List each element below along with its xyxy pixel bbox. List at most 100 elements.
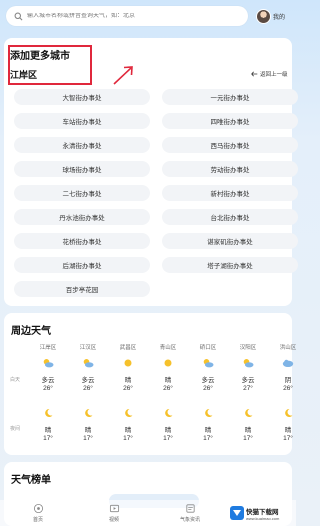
watermark-line1: 快猫下载网 — [246, 508, 279, 516]
night-temperature: 17° — [83, 435, 93, 442]
nav-video[interactable]: 视频 — [76, 500, 152, 526]
back-arrow-icon — [251, 71, 258, 77]
add-city-card: 添加更多城市 江岸区 返回上一级 大智街办事处 一元街办事处 车站街办事处 四唯街办事… — [4, 38, 298, 306]
night-temperature: 17° — [243, 435, 253, 442]
nav-home[interactable]: 首页 — [0, 500, 76, 526]
moon-icon — [122, 405, 134, 417]
back-button[interactable]: 返回上一级 — [251, 70, 288, 78]
night-temperature: 17° — [123, 435, 133, 442]
sun-icon — [122, 355, 134, 367]
nav-news[interactable]: 气象资讯 — [152, 500, 228, 526]
around-city-column[interactable]: 洪山区阴 26° 晴 17° — [270, 343, 310, 453]
night-condition: 晴 — [284, 427, 292, 434]
street-button[interactable]: 后湖街办事处 — [14, 257, 150, 273]
street-button[interactable]: 百步亭花园 — [14, 281, 150, 297]
street-button[interactable]: 大智街办事处 — [14, 89, 150, 105]
around-title: 周边天气 — [11, 326, 51, 337]
day-condition: 晴 — [164, 377, 172, 384]
night-condition: 晴 — [204, 427, 212, 434]
street-button[interactable]: 西马街办事处 — [162, 137, 298, 153]
night-row-label: 夜间 — [10, 426, 21, 432]
watermark-line2: www.kuaimao.com — [246, 515, 280, 521]
around-columns: 江岸区 多云 26° 晴 17° 江汉区 多云 26° 晴 17° 武昌区晴 26° 晴 17° 青山区晴 2… — [30, 343, 297, 453]
pointer-arrow-icon — [113, 66, 133, 85]
street-button[interactable]: 车站街办事处 — [14, 113, 150, 129]
day-condition: 多云 — [41, 377, 55, 384]
watermark-logo-icon — [230, 506, 244, 520]
video-icon — [109, 504, 119, 513]
around-city-name: 硚口区 — [199, 345, 217, 351]
around-city-column[interactable]: 武昌区晴 26° 晴 17° — [110, 343, 150, 453]
street-button[interactable]: 塔子湖街办事处 — [162, 257, 298, 273]
night-condition: 晴 — [124, 427, 132, 434]
back-label: 返回上一级 — [260, 72, 288, 78]
street-button[interactable]: 二七街办事处 — [14, 185, 150, 201]
moon-icon — [282, 405, 294, 417]
night-condition: 晴 — [84, 427, 92, 434]
search-input[interactable] — [27, 13, 237, 19]
around-city-name: 江汉区 — [79, 345, 97, 351]
street-button[interactable]: 新村街办事处 — [162, 185, 298, 201]
street-button[interactable]: 花桥街办事处 — [14, 233, 150, 249]
partly-cloudy-icon — [42, 355, 54, 368]
street-button[interactable]: 劳动街办事处 — [162, 161, 298, 177]
street-button[interactable]: 永清街办事处 — [14, 137, 150, 153]
my-profile-button[interactable]: 我的 — [256, 7, 292, 25]
moon-icon — [202, 405, 214, 417]
day-temperature: 26° — [283, 385, 293, 392]
day-temperature: 26° — [203, 385, 213, 392]
day-temperature: 26° — [43, 385, 53, 392]
street-grid: 大智街办事处 一元街办事处 车站街办事处 四唯街办事处 永清街办事处 西马街办事处 球场街办… — [14, 89, 298, 297]
street-button[interactable]: 台北街办事处 — [162, 209, 298, 225]
news-icon — [185, 504, 195, 513]
search-bar[interactable] — [6, 6, 248, 26]
street-button[interactable]: 丹水池街办事处 — [14, 209, 150, 225]
day-row-label: 白天 — [10, 377, 21, 383]
around-city-name: 汉阳区 — [239, 345, 257, 351]
district-name: 江岸区 — [10, 70, 38, 80]
search-icon — [14, 12, 23, 20]
ranking-title: 天气榜单 — [11, 475, 51, 486]
street-button[interactable]: 一元街办事处 — [162, 89, 298, 105]
street-button[interactable]: 球场街办事处 — [14, 161, 150, 177]
around-city-name: 武昌区 — [119, 345, 137, 351]
around-city-name: 青山区 — [159, 345, 177, 351]
partly-cloudy-icon — [82, 355, 94, 368]
nav-home-label: 首页 — [32, 517, 43, 523]
day-condition: 晴 — [124, 377, 132, 384]
partly-cloudy-icon — [242, 355, 254, 368]
add-city-title: 添加更多城市 — [10, 51, 70, 62]
moon-icon — [162, 405, 174, 417]
street-button[interactable]: 四唯街办事处 — [162, 113, 298, 129]
nav-news-label: 气象资讯 — [179, 517, 200, 523]
home-icon — [33, 503, 43, 514]
day-temperature: 26° — [123, 385, 133, 392]
day-temperature: 26° — [163, 385, 173, 392]
night-temperature: 17° — [163, 435, 173, 442]
around-weather-card: 周边天气 白天 夜间 江岸区 多云 26° 晴 17° 江汉区 多云 26° 晴 17° 武昌区晴 2… — [4, 313, 297, 455]
around-city-name: 洪山区 — [279, 345, 297, 351]
nav-video-label: 视频 — [108, 517, 119, 523]
around-city-column[interactable]: 江岸区多云 26° 晴 17° — [30, 343, 70, 453]
watermark: 快猫下载网 www.kuaimao.com — [230, 502, 294, 524]
day-condition: 多云 — [241, 377, 255, 384]
street-button[interactable]: 谌家矶街办事处 — [162, 233, 298, 249]
around-city-column[interactable]: 硚口区 多云 26° 晴 17° — [190, 343, 230, 453]
day-condition: 阴 — [284, 377, 292, 384]
night-temperature: 17° — [283, 435, 293, 442]
around-city-column[interactable]: 汉阳区多云 27° 晴 17° — [230, 343, 270, 453]
moon-icon — [42, 405, 54, 417]
around-city-column[interactable]: 青山区晴 26° 晴 17° — [150, 343, 190, 453]
day-condition: 多云 — [81, 377, 95, 384]
around-city-name: 江岸区 — [39, 345, 57, 351]
day-temperature: 26° — [83, 385, 93, 392]
night-condition: 晴 — [244, 427, 252, 434]
night-temperature: 17° — [43, 435, 53, 442]
day-temperature: 27° — [243, 385, 253, 392]
night-condition: 晴 — [44, 427, 52, 434]
partly-cloudy-icon — [202, 355, 214, 368]
day-condition: 多云 — [201, 377, 215, 384]
moon-icon — [242, 405, 254, 417]
around-city-column[interactable]: 江汉区多云 26° 晴 17° — [70, 343, 110, 453]
avatar — [256, 8, 271, 24]
